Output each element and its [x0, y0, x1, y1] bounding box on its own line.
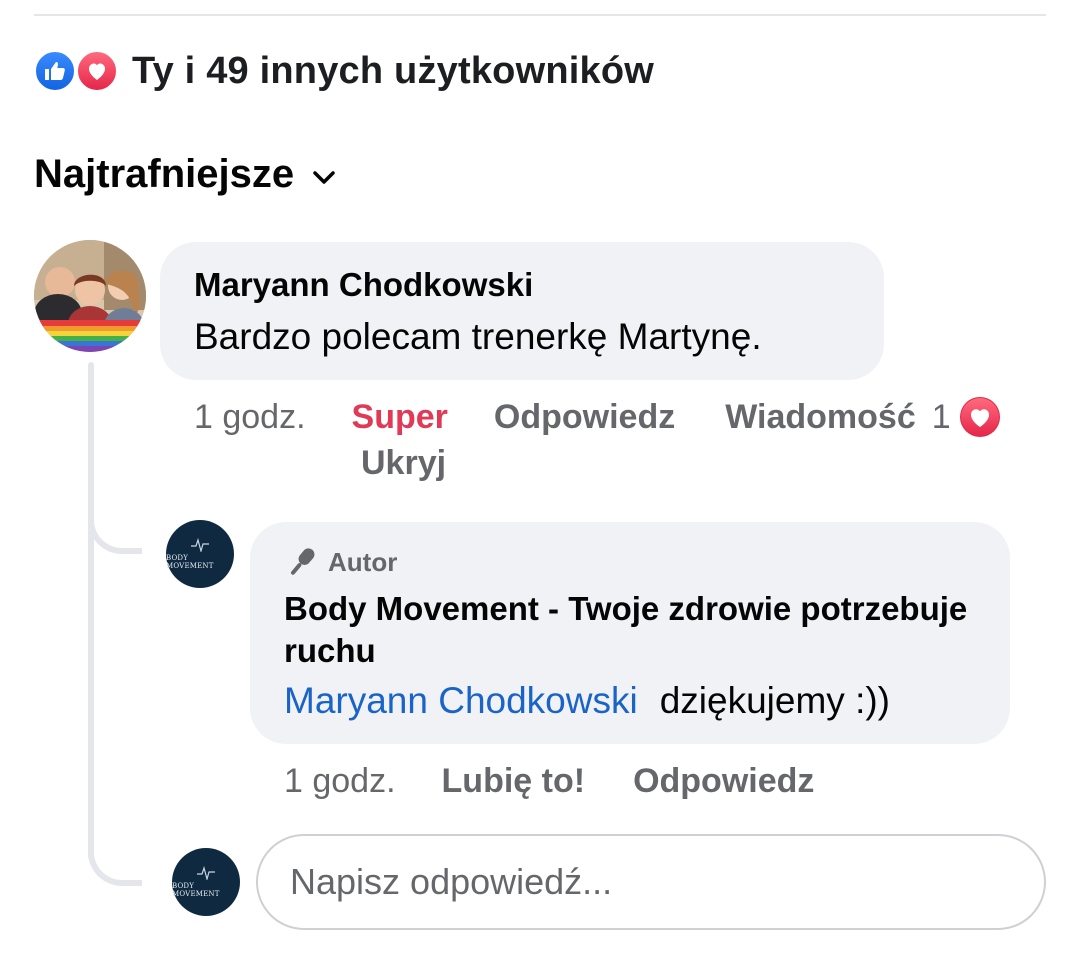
reaction-icons — [34, 48, 124, 94]
microphone-icon — [291, 548, 315, 575]
love-icon — [76, 50, 118, 92]
reactions-summary[interactable]: Ty i 49 innych użytkowników — [34, 48, 654, 94]
hide-button[interactable]: Ukryj — [361, 444, 446, 483]
comment-bubble[interactable]: Maryann Chodkowski Bardzo polecam trener… — [160, 242, 884, 380]
chevron-down-icon — [313, 170, 335, 184]
reply-composer[interactable] — [256, 834, 1046, 930]
reply-author[interactable]: Body Movement - Twoje zdrowie potrzebuje… — [284, 588, 976, 672]
avatar[interactable]: BODY MOVEMENT — [172, 848, 240, 916]
author-badge: Autor — [284, 544, 976, 580]
avatar[interactable]: BODY MOVEMENT — [166, 520, 234, 588]
avatar-brand-text: BODY MOVEMENT — [172, 882, 220, 898]
author-badge-label: Autor — [328, 546, 398, 577]
message-button[interactable]: Wiadomość — [725, 398, 916, 437]
logo-icon — [197, 866, 215, 880]
comment-time[interactable]: 1 godz. — [194, 398, 306, 437]
reactions-count-text: Ty i 49 innych użytkowników — [132, 49, 655, 92]
reply-body: dziękujemy :)) — [659, 680, 890, 721]
divider — [34, 14, 1046, 16]
avatar-brand-text: BODY MOVEMENT — [166, 554, 214, 570]
logo-icon — [191, 538, 209, 552]
reply-time[interactable]: 1 godz. — [284, 762, 396, 801]
reply-button[interactable]: Odpowiedz — [494, 398, 675, 437]
comment-actions-row2: Ukryj — [361, 444, 446, 483]
like-icon — [34, 50, 76, 92]
comment-actions: 1 godz. Super Odpowiedz Wiadomość 1 — [194, 396, 1001, 438]
love-icon — [959, 396, 1001, 438]
thread-connector — [88, 832, 142, 886]
like-button[interactable]: Lubię to! — [442, 762, 586, 801]
reply-bubble[interactable]: Autor Body Movement - Twoje zdrowie potr… — [250, 522, 1010, 744]
reply-input[interactable] — [290, 861, 1044, 903]
sort-label: Najtrafniejsze — [34, 152, 295, 196]
avatar[interactable] — [34, 240, 146, 352]
thread-line — [88, 362, 94, 860]
comment-text: Bardzo polecam trenerkę Martynę. — [194, 316, 762, 357]
reply-actions: 1 godz. Lubię to! Odpowiedz — [284, 762, 814, 801]
reply-button[interactable]: Odpowiedz — [633, 762, 814, 801]
reaction-count[interactable]: 1 — [932, 398, 951, 437]
thread-connector — [88, 500, 142, 554]
reply-text: Maryann Chodkowski dziękujemy :)) — [284, 680, 976, 722]
mention-link[interactable]: Maryann Chodkowski — [284, 680, 638, 721]
reaction-button[interactable]: Super — [352, 398, 448, 437]
sort-dropdown[interactable]: Najtrafniejsze — [34, 152, 336, 197]
comments-section: Ty i 49 innych użytkowników Najtrafniejs… — [0, 0, 1080, 962]
comment-author[interactable]: Maryann Chodkowski — [194, 266, 850, 304]
